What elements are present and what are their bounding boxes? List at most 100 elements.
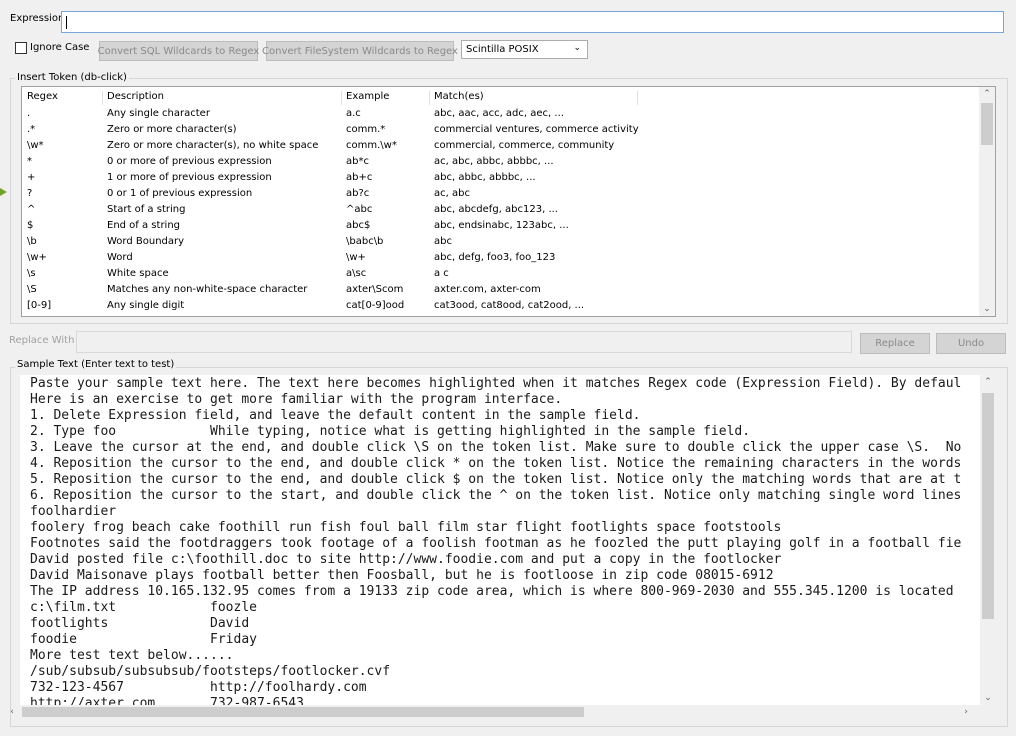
convert-filesystem-wildcards-button[interactable]: Convert FileSystem Wildcards to Regex xyxy=(262,41,458,61)
column-header-matches[interactable]: Match(es) xyxy=(434,89,484,105)
sample-text-line: footlights David xyxy=(30,616,250,631)
regex-engine-select[interactable]: Scintilla POSIX ⌄ xyxy=(461,40,588,59)
column-divider[interactable] xyxy=(341,91,342,105)
token-example: \w+ xyxy=(346,252,366,263)
token-row[interactable]: \b Word Boundary \babc\b abc xyxy=(22,234,982,250)
token-row[interactable]: ? 0 or 1 of previous expression ab?c ac, ab… xyxy=(22,186,982,202)
token-row[interactable]: . Any single character a.c abc, aac, acc, a… xyxy=(22,106,982,122)
sample-text-line: Footnotes said the footdraggers took foo… xyxy=(30,536,962,551)
token-regex: [0-9] xyxy=(27,300,52,311)
sample-horizontal-scrollbar[interactable]: ‹ › xyxy=(4,704,976,720)
convert-sql-wildcards-button[interactable]: Convert SQL Wildcards to Regex xyxy=(98,41,259,61)
token-row[interactable]: \s White space a\sc a c xyxy=(22,266,982,282)
token-row[interactable]: [0-9] Any single digit cat[0-9]ood cat3ood,… xyxy=(22,298,982,314)
token-matches: axter.com, axter-com xyxy=(434,284,541,295)
token-regex: ^ xyxy=(27,204,36,215)
scroll-left-arrow[interactable]: ‹ xyxy=(4,705,20,719)
column-header-description[interactable]: Description xyxy=(107,89,164,105)
column-header-regex[interactable]: Regex xyxy=(27,89,58,105)
column-header-example[interactable]: Example xyxy=(346,89,389,105)
scroll-up-arrow[interactable]: ⌃ xyxy=(979,87,995,101)
token-regex: . xyxy=(27,108,31,119)
token-example: ^abc xyxy=(346,204,373,215)
token-row[interactable]: $ End of a string abc$ abc, endsinabc, 123a… xyxy=(22,218,982,234)
token-regex: .* xyxy=(27,124,36,135)
token-regex: \S xyxy=(27,284,37,295)
token-example: cat[0-9]ood xyxy=(346,300,405,311)
token-row[interactable]: +1 or more of previous expression ab+c abc… xyxy=(22,170,982,186)
token-description: White space xyxy=(107,268,169,279)
token-row[interactable]: ^ Start of a string ^abc abc, abcdefg, abc1… xyxy=(22,202,982,218)
sample-text-line: 732-123-4567 http://foolhardy.com xyxy=(30,680,367,695)
sample-text-line: 4. Reposition the cursor to the end, and… xyxy=(30,456,962,471)
sample-vertical-scrollbar[interactable]: ⌃ ⌄ xyxy=(980,375,996,705)
column-divider[interactable] xyxy=(637,91,638,105)
scroll-down-arrow[interactable]: ⌄ xyxy=(980,691,996,705)
token-example: ab+c xyxy=(346,172,373,183)
sample-text-line: 1. Delete Expression field, and leave th… xyxy=(30,408,641,423)
token-row[interactable]: \w+ Word \w+ abc, defg, foo3, foo_123 xyxy=(22,250,982,266)
token-matches: commercial ventures, commerce activity xyxy=(434,124,639,135)
token-group-label: Insert Token (db-click) xyxy=(15,72,129,83)
token-matches: abc, endsinabc, 123abc, ... xyxy=(434,220,569,231)
token-description: Any single character xyxy=(107,108,210,119)
sample-text-line: foolery frog beach cake foothill run fis… xyxy=(30,520,782,535)
sample-text-line: foodie Friday xyxy=(30,632,257,647)
sample-text-editor[interactable]: Paste your sample text here. The text he… xyxy=(20,375,996,705)
token-list-scrollbar[interactable]: ⌃ ⌄ xyxy=(979,87,995,316)
text-caret xyxy=(66,16,67,29)
sample-text-line: The IP address 10.165.132.95 comes from … xyxy=(30,584,954,599)
replace-with-input[interactable] xyxy=(76,331,852,353)
token-description: Any single digit xyxy=(107,300,185,311)
token-matches: abc xyxy=(434,236,452,247)
ignore-case-label: Ignore Case xyxy=(30,42,90,53)
sample-text-line: Paste your sample text here. The text he… xyxy=(30,376,962,391)
scrollbar-thumb[interactable] xyxy=(981,103,993,145)
sample-text-line: foolhardier xyxy=(30,504,117,519)
token-regex: ? xyxy=(27,188,33,199)
token-regex: \s xyxy=(27,268,36,279)
token-list[interactable]: Regex Description Example Match(es) . Any… xyxy=(21,86,996,317)
token-description: 0 or more of previous expression xyxy=(107,156,272,167)
token-example: comm.* xyxy=(346,124,386,135)
column-divider[interactable] xyxy=(429,91,430,105)
sample-text-line: 2. Type foo While typing, notice what is… xyxy=(30,424,751,439)
scroll-up-arrow[interactable]: ⌃ xyxy=(980,375,996,389)
token-row[interactable]: * 0 or more of previous expression ab*c ac,… xyxy=(22,154,982,170)
token-example: \babc\b xyxy=(346,236,384,247)
expression-label: Expression xyxy=(10,13,65,24)
token-matches: cat3ood, cat8ood, cat2ood, ... xyxy=(434,300,585,311)
token-matches: commercial, commerce, community xyxy=(434,140,615,151)
undo-button[interactable]: Undo xyxy=(936,333,1006,354)
token-row[interactable]: \w* Zero or more character(s), no white s… xyxy=(22,138,982,154)
token-example: comm.\w* xyxy=(346,140,397,151)
scroll-down-arrow[interactable]: ⌄ xyxy=(979,302,995,316)
token-example: axter\Scom xyxy=(346,284,404,295)
replace-button[interactable]: Replace xyxy=(860,333,930,354)
sample-text-line: David Maisonave plays football better th… xyxy=(30,568,774,583)
token-description: Zero or more character(s) xyxy=(107,124,237,135)
sample-text-line: 6. Reposition the cursor to the start, a… xyxy=(30,488,962,503)
token-description: Start of a string xyxy=(107,204,186,215)
token-row[interactable]: \S Matches any non-white-space character a… xyxy=(22,282,982,298)
replace-with-label: Replace With xyxy=(9,335,75,346)
token-regex: \b xyxy=(27,236,37,247)
ignore-case-checkbox[interactable] xyxy=(15,42,27,54)
token-matches: ac, abc xyxy=(434,188,470,199)
scrollbar-thumb[interactable] xyxy=(982,393,994,619)
column-divider[interactable] xyxy=(102,91,103,105)
token-matches: abc, abbc, abbbc, ... xyxy=(434,172,536,183)
expression-input[interactable] xyxy=(61,11,1004,33)
token-regex: * xyxy=(27,156,32,167)
token-row[interactable]: .* Zero or more character(s) comm.* commerc… xyxy=(22,122,982,138)
token-description: Word xyxy=(107,252,133,263)
scroll-right-arrow[interactable]: › xyxy=(958,705,974,719)
token-matches: abc, abcdefg, abc123, ... xyxy=(434,204,558,215)
token-matches: abc, defg, foo3, foo_123 xyxy=(434,252,556,263)
token-example: a.c xyxy=(346,108,361,119)
scrollbar-thumb[interactable] xyxy=(22,707,584,717)
token-description: 0 or 1 of previous expression xyxy=(107,188,253,199)
token-example: ab*c xyxy=(346,156,369,167)
current-row-arrow-icon xyxy=(0,188,7,196)
token-list-header: Regex Description Example Match(es) xyxy=(22,89,982,105)
